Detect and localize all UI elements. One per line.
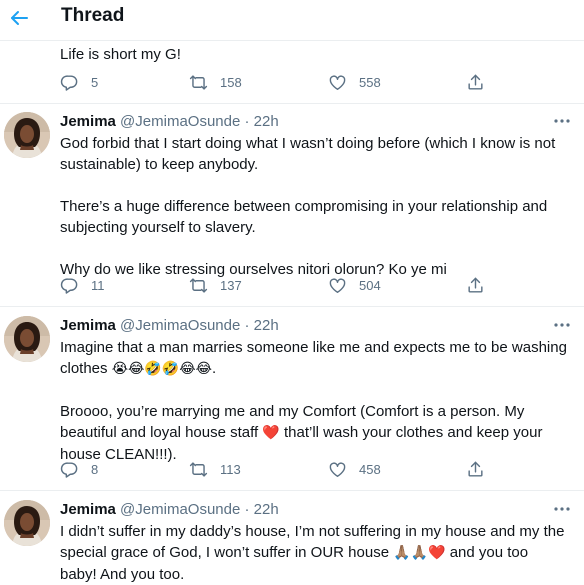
reply-icon <box>60 276 79 295</box>
like-count: 458 <box>359 462 381 477</box>
retweet-icon <box>189 73 208 92</box>
tweet-header: Jemima @JemimaOsunde · 22h <box>60 112 279 132</box>
reply-count: 11 <box>91 278 105 293</box>
retweet-icon <box>189 460 208 479</box>
like-button[interactable]: 504 <box>328 276 381 295</box>
share-icon <box>466 460 485 479</box>
divider <box>0 103 584 104</box>
reply-button[interactable]: 11 <box>60 276 105 295</box>
heart-icon <box>328 276 347 295</box>
divider <box>0 490 584 491</box>
tweet-actions: 8 113 458 <box>60 460 580 482</box>
retweet-count: 158 <box>220 75 242 90</box>
reply-count: 5 <box>91 75 99 90</box>
avatar[interactable] <box>4 500 50 546</box>
more-options-icon[interactable] <box>553 118 571 124</box>
user-handle[interactable]: @JemimaOsunde <box>120 501 240 518</box>
like-count: 558 <box>359 75 381 90</box>
retweet-count: 137 <box>220 278 242 293</box>
retweet-count: 113 <box>220 462 241 477</box>
tweet-text: I didn’t suffer in my daddy’s house, I’m… <box>60 521 575 585</box>
avatar-image <box>4 112 50 158</box>
separator-dot: · <box>244 317 250 334</box>
share-icon <box>466 276 485 295</box>
tweet-text: Life is short my G! <box>60 46 181 63</box>
display-name[interactable]: Jemima <box>60 501 116 518</box>
heart-emoji: ❤️ <box>262 425 280 441</box>
timestamp[interactable]: 22h <box>254 113 279 130</box>
user-handle[interactable]: @JemimaOsunde <box>120 317 240 334</box>
avatar[interactable] <box>4 316 50 362</box>
emoji: 🙏🏽🙏🏽❤️ <box>393 545 446 561</box>
display-name[interactable]: Jemima <box>60 317 116 334</box>
avatar-image <box>4 500 50 546</box>
tweet-text: Imagine that a man marries someone like … <box>60 337 575 465</box>
more-options-icon[interactable] <box>553 322 571 328</box>
like-button[interactable]: 458 <box>328 460 381 479</box>
retweet-icon <box>189 276 208 295</box>
timestamp[interactable]: 22h <box>254 501 279 518</box>
heart-icon <box>328 460 347 479</box>
timestamp[interactable]: 22h <box>254 317 279 334</box>
tweet-actions: 11 137 504 <box>60 276 580 298</box>
share-button[interactable] <box>466 460 485 479</box>
reply-icon <box>60 460 79 479</box>
reply-button[interactable]: 8 <box>60 460 98 479</box>
reply-count: 8 <box>91 462 99 477</box>
avatar-image <box>4 316 50 362</box>
more-options-icon[interactable] <box>553 506 571 512</box>
reply-button[interactable]: 5 <box>60 73 98 92</box>
separator-dot: · <box>244 501 250 518</box>
tweet-actions: 5 158 558 <box>60 73 580 95</box>
heart-icon <box>328 73 347 92</box>
user-handle[interactable]: @JemimaOsunde <box>120 113 240 130</box>
avatar[interactable] <box>4 112 50 158</box>
like-count: 504 <box>359 278 381 293</box>
back-arrow-icon[interactable] <box>7 6 31 30</box>
reply-icon <box>60 73 79 92</box>
retweet-button[interactable]: 113 <box>189 460 241 479</box>
retweet-button[interactable]: 137 <box>189 276 242 295</box>
emoji: 😭😂🤣🤣😂😂 <box>111 361 212 377</box>
tweet-text: God forbid that I start doing what I was… <box>60 135 556 278</box>
display-name[interactable]: Jemima <box>60 113 116 130</box>
page-title: Thread <box>61 5 125 26</box>
share-icon <box>466 73 485 92</box>
share-button[interactable] <box>466 73 485 92</box>
divider <box>0 306 584 307</box>
like-button[interactable]: 558 <box>328 73 381 92</box>
retweet-button[interactable]: 158 <box>189 73 242 92</box>
tweet-header: Jemima @JemimaOsunde · 22h <box>60 500 279 520</box>
separator-dot: · <box>244 113 250 130</box>
tweet-header: Jemima @JemimaOsunde · 22h <box>60 316 279 336</box>
top-bar: Thread <box>0 0 584 41</box>
share-button[interactable] <box>466 276 485 295</box>
